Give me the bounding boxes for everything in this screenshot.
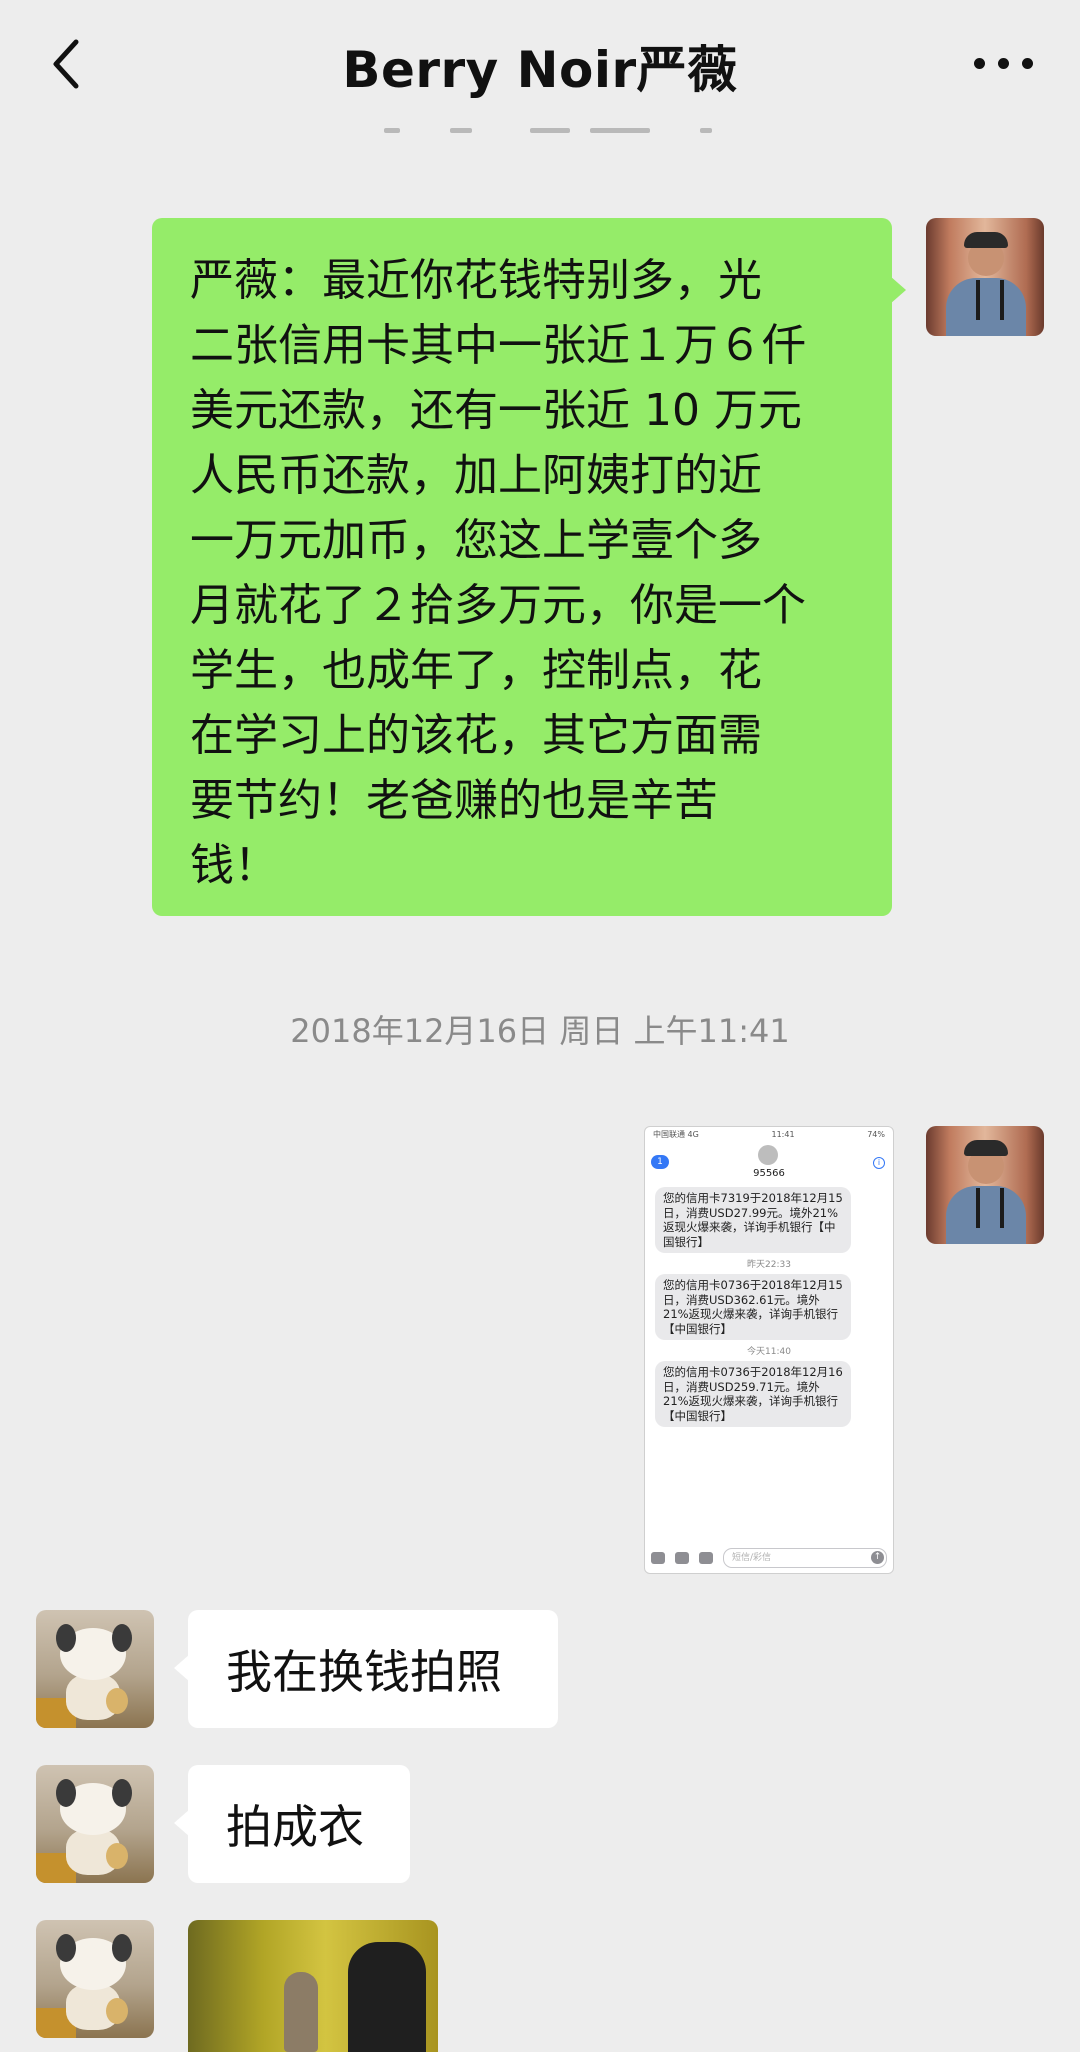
clock-text: 11:41 xyxy=(771,1129,795,1139)
sms-input-bar: 短信/彩信 ↑ xyxy=(645,1543,893,1573)
contact-avatar[interactable] xyxy=(36,1920,154,2038)
battery-text: 74% xyxy=(867,1129,885,1139)
message-bubble-sent[interactable]: 严薇：最近你花钱特别多，光 二张信用卡其中一张近１万６仟 美元还款，还有一张近 … xyxy=(152,218,906,916)
message-text: 严薇：最近你花钱特别多，光 二张信用卡其中一张近１万６仟 美元还款，还有一张近 … xyxy=(190,255,806,891)
contact-icon xyxy=(758,1145,778,1165)
sms-time: 昨天22:33 xyxy=(747,1260,791,1270)
message-text: 我在换钱拍照 xyxy=(226,1645,502,1699)
chat-title: Berry Noir严薇 xyxy=(342,41,738,99)
sms-input-field: 短信/彩信 ↑ xyxy=(723,1548,887,1568)
message-text: 拍成衣 xyxy=(226,1800,364,1854)
my-avatar[interactable] xyxy=(926,1126,1044,1244)
sms-placeholder: 短信/彩信 xyxy=(732,1553,772,1563)
sms-back-badge: 1 xyxy=(651,1155,669,1169)
sms-bubble: 您的信用卡7319于2018年12月15日，消费USD27.99元。境外21%返… xyxy=(655,1187,851,1253)
heart-icon xyxy=(675,1552,689,1564)
sms-header: 1 95566 i xyxy=(645,1141,893,1187)
send-icon: ↑ xyxy=(871,1551,884,1564)
more-options-icon[interactable] xyxy=(974,58,1034,72)
phone-status-bar: 中国联通 4G 11:41 74% xyxy=(645,1127,893,1141)
image-message-sms-screenshot[interactable]: 中国联通 4G 11:41 74% 1 95566 i 您的信用卡7319于20… xyxy=(644,1126,894,1574)
sms-bubble: 您的信用卡0736于2018年12月16日，消费USD259.71元。境外21%… xyxy=(655,1361,851,1427)
nav-bar: Berry Noir严薇 xyxy=(0,0,1080,128)
message-bubble-received[interactable]: 拍成衣 xyxy=(174,1765,410,1883)
my-avatar[interactable] xyxy=(926,218,1044,336)
sms-time: 今天11:40 xyxy=(747,1347,791,1357)
truncated-previous-text xyxy=(380,126,720,136)
sender-number: 95566 xyxy=(753,1168,785,1179)
contact-avatar[interactable] xyxy=(36,1765,154,1883)
camera-icon xyxy=(651,1552,665,1564)
info-icon: i xyxy=(873,1157,885,1169)
carrier-text: 中国联通 4G xyxy=(653,1129,699,1139)
chat-timestamp: 2018年12月16日 周日 上午11:41 xyxy=(290,1012,790,1050)
sms-bubble: 您的信用卡0736于2018年12月15日，消费USD362.61元。境外21%… xyxy=(655,1274,851,1340)
image-message-photo[interactable] xyxy=(188,1920,438,2052)
message-bubble-received[interactable]: 我在换钱拍照 xyxy=(174,1610,558,1728)
appstore-icon xyxy=(699,1552,713,1564)
contact-avatar[interactable] xyxy=(36,1610,154,1728)
